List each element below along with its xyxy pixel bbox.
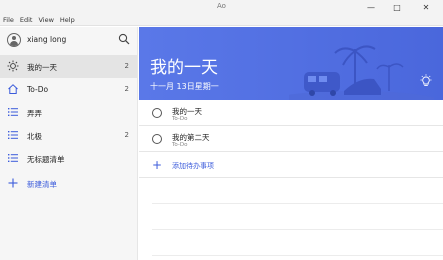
add-task-button[interactable]: + 添加待办事项 (139, 152, 443, 178)
my-day-banner: 我的一天 十一月 13日星期一 (139, 27, 443, 100)
new-list-button[interactable]: 新建清单 (0, 172, 137, 195)
window-titlebar: Ao — □ ✕ (0, 0, 443, 14)
list-icon (8, 108, 18, 116)
page-date: 十一月 13日星期一 (150, 82, 219, 91)
menu-file[interactable]: File (3, 16, 14, 24)
divider (152, 203, 443, 204)
sidebar-item-list-1[interactable]: 弄弄 (0, 101, 137, 124)
sidebar-item-label: 北极 (27, 132, 42, 141)
sun-icon (7, 60, 19, 72)
avatar[interactable] (7, 33, 21, 47)
sidebar-item-count: 2 (124, 85, 129, 93)
lightbulb-icon[interactable] (419, 74, 433, 88)
user-profile[interactable]: xiang long (0, 27, 138, 55)
menu-view[interactable]: View (38, 16, 53, 24)
sidebar-item-label: 无标题清单 (27, 155, 65, 164)
beach-scene-illustration (289, 45, 434, 100)
divider (152, 255, 443, 256)
task-complete-checkbox[interactable] (152, 108, 162, 118)
sidebar-item-todo[interactable]: To-Do 2 (0, 78, 137, 101)
home-icon (8, 84, 18, 94)
maximize-button[interactable]: □ (384, 0, 410, 14)
task-list-name: To-Do (172, 116, 188, 122)
new-list-label: 新建清单 (27, 180, 57, 189)
plus-icon (8, 178, 18, 188)
task-item[interactable]: 我的一天 To-Do (139, 100, 443, 126)
sidebar-item-label: To-Do (27, 85, 49, 94)
minimize-button[interactable]: — (358, 0, 384, 14)
main-panel: 我的一天 十一月 13日星期一 我的一天 To-Do 我的第二天 To-Do +… (139, 27, 443, 260)
sidebar-item-list-2[interactable]: 北极 2 (0, 124, 137, 147)
sidebar-item-my-day[interactable]: 我的一天 2 (0, 55, 137, 78)
task-list-name: To-Do (172, 142, 188, 148)
list-icon (8, 131, 18, 139)
menu-help[interactable]: Help (60, 16, 75, 24)
page-title: 我的一天 (150, 58, 218, 78)
user-name: xiang long (27, 35, 67, 44)
sidebar-item-list-3[interactable]: 无标题清单 (0, 147, 137, 170)
close-button[interactable]: ✕ (413, 0, 439, 14)
sidebar-item-count: 2 (124, 131, 129, 139)
sidebar-item-label: 弄弄 (27, 109, 42, 118)
task-item[interactable]: 我的第二天 To-Do (139, 126, 443, 152)
sidebar: xiang long 我的一天 2 To-Do 2 弄弄 北极 2 无标题清单 … (0, 27, 138, 260)
add-task-label: 添加待办事项 (172, 162, 214, 170)
sidebar-item-label: 我的一天 (27, 63, 57, 72)
menu-bar: File Edit View Help (0, 14, 443, 26)
menu-edit[interactable]: Edit (20, 16, 33, 24)
list-icon (8, 154, 18, 162)
plus-icon: + (152, 158, 163, 172)
task-complete-checkbox[interactable] (152, 134, 162, 144)
sidebar-item-count: 2 (124, 62, 129, 70)
search-icon[interactable] (118, 33, 130, 45)
divider (152, 229, 443, 230)
